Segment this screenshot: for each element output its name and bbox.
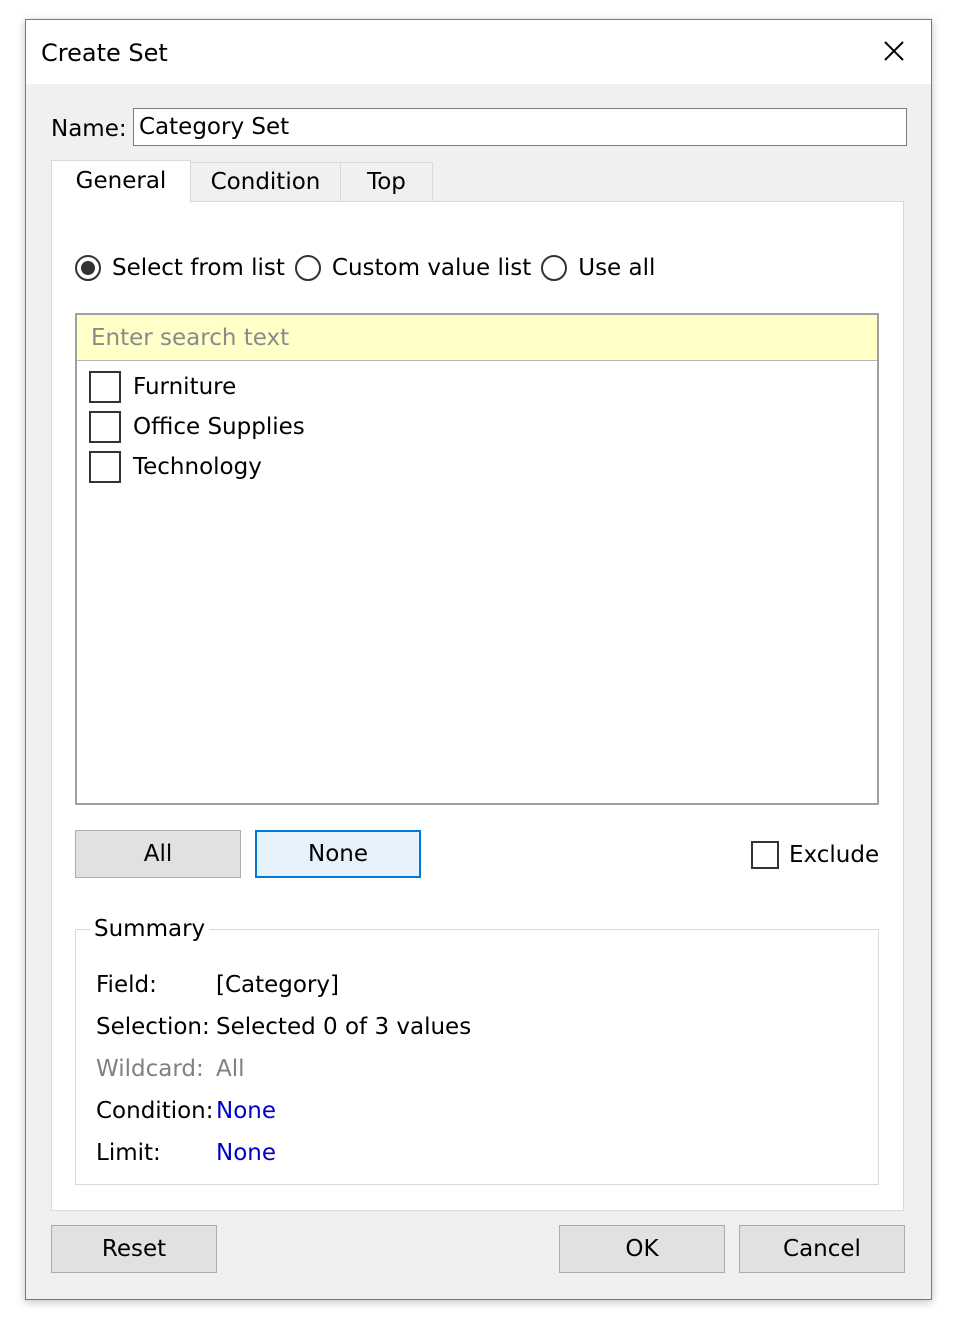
checkbox-unchecked-icon[interactable] [89, 371, 121, 403]
radio-custom-value-list-label: Custom value list [331, 255, 532, 281]
summary-key: Field: [96, 972, 157, 998]
list-item-office-supplies[interactable]: Office Supplies [89, 407, 305, 447]
summary-key: Selection: [96, 1014, 210, 1040]
checkbox-unchecked-icon[interactable] [751, 841, 779, 869]
none-button[interactable]: None [255, 830, 421, 878]
summary-rows: Field: [Category] Selection: Selected 0 … [96, 964, 471, 1174]
ok-button[interactable]: OK [559, 1225, 725, 1273]
tab-top[interactable]: Top [340, 162, 433, 201]
radio-select-from-list-label: Select from list [112, 255, 285, 281]
tab-general[interactable]: General [51, 160, 191, 203]
checkbox-unchecked-icon[interactable] [89, 451, 121, 483]
selection-mode-group: Select from list Custom value list Use a… [75, 255, 665, 281]
list-item-label: Office Supplies [133, 414, 305, 440]
values-list: Furniture Office Supplies Technology [89, 367, 305, 487]
radio-use-all[interactable]: Use all [541, 255, 655, 281]
general-tab-panel: Select from list Custom value list Use a… [51, 201, 904, 1211]
name-label: Name: [51, 116, 127, 142]
summary-value: All [216, 1056, 245, 1082]
exclude-checkbox[interactable]: Exclude [751, 841, 879, 869]
list-item-furniture[interactable]: Furniture [89, 367, 305, 407]
summary-value: [Category] [216, 972, 340, 998]
tab-condition[interactable]: Condition [190, 162, 341, 201]
summary-group: Summary Field: [Category] Selection: Sel… [75, 914, 879, 1185]
summary-row-condition: Condition: None [96, 1090, 471, 1132]
list-item-label: Furniture [133, 374, 237, 400]
all-button[interactable]: All [75, 830, 241, 878]
radio-unselected-icon [294, 255, 321, 281]
search-input[interactable] [77, 315, 877, 361]
summary-title: Summary [90, 914, 210, 944]
tab-general-label: General [75, 168, 167, 194]
limit-link[interactable]: None [216, 1140, 276, 1166]
radio-use-all-label: Use all [578, 255, 656, 281]
reset-button[interactable]: Reset [51, 1225, 217, 1273]
exclude-label: Exclude [789, 842, 880, 868]
title-bar: Create Set [26, 20, 931, 84]
summary-value: Selected 0 of 3 values [216, 1014, 472, 1040]
condition-link[interactable]: None [216, 1098, 276, 1124]
summary-key: Limit: [96, 1140, 161, 1166]
list-item-technology[interactable]: Technology [89, 447, 305, 487]
dialog-title: Create Set [41, 39, 168, 67]
create-set-dialog: Create Set Name: General Condition Top S… [25, 19, 932, 1300]
name-input[interactable] [133, 108, 907, 146]
summary-key: Condition: [96, 1098, 214, 1124]
radio-custom-value-list[interactable]: Custom value list [294, 255, 532, 281]
summary-key: Wildcard: [96, 1056, 204, 1082]
close-icon[interactable] [877, 34, 911, 68]
radio-select-from-list[interactable]: Select from list [75, 255, 285, 281]
list-item-label: Technology [133, 454, 262, 480]
cancel-button[interactable]: Cancel [739, 1225, 905, 1273]
tab-top-label: Top [367, 169, 406, 195]
summary-row-selection: Selection: Selected 0 of 3 values [96, 1006, 471, 1048]
values-listbox: Furniture Office Supplies Technology [75, 313, 879, 805]
radio-selected-icon [75, 255, 101, 281]
summary-row-field: Field: [Category] [96, 964, 471, 1006]
summary-row-wildcard: Wildcard: All [96, 1048, 471, 1090]
summary-row-limit: Limit: None [96, 1132, 471, 1174]
radio-unselected-icon [541, 255, 568, 281]
tab-condition-label: Condition [210, 169, 321, 195]
checkbox-unchecked-icon[interactable] [89, 411, 121, 443]
